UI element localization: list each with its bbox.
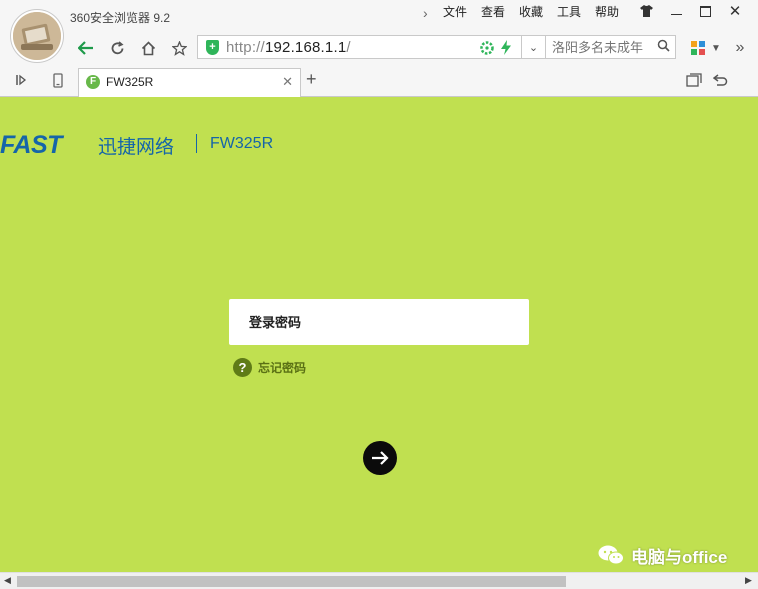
- fast-logo: FAST: [0, 131, 62, 159]
- arrow-right-icon: [372, 451, 389, 465]
- maximize-button[interactable]: [690, 0, 720, 22]
- login-button[interactable]: [363, 441, 397, 475]
- scrollbar-thumb[interactable]: [17, 576, 566, 587]
- search-box[interactable]: [546, 35, 676, 59]
- favorite-button[interactable]: [167, 36, 191, 60]
- horizontal-scrollbar[interactable]: ◀ ▶: [0, 572, 758, 589]
- tab-title: FW325R: [106, 75, 154, 89]
- menu-help[interactable]: 帮助: [595, 3, 619, 20]
- search-input[interactable]: [552, 37, 654, 57]
- home-icon: [141, 40, 155, 55]
- back-button[interactable]: [74, 36, 98, 60]
- navigation-bar: + http://192.168.1.1/ ⌄ ▼ »: [0, 33, 758, 63]
- skin-button[interactable]: [631, 0, 661, 22]
- model-name: FW325R: [210, 135, 274, 152]
- shield-icon[interactable]: +: [206, 40, 219, 55]
- forgot-password-label: 忘记密码: [258, 360, 307, 375]
- url-path: /: [346, 39, 351, 56]
- tab-close-icon[interactable]: ✕: [282, 74, 293, 90]
- minimize-button[interactable]: [661, 0, 691, 22]
- scroll-left-icon[interactable]: ◀: [4, 575, 11, 586]
- brand-name: 迅捷网络: [98, 137, 175, 158]
- sidebar-toggle-button[interactable]: [9, 68, 33, 92]
- phone-button[interactable]: [46, 68, 70, 92]
- tab-fw325r[interactable]: F FW325R ✕: [78, 68, 301, 97]
- undo-icon: [712, 74, 727, 86]
- caret-down-icon: ▼: [711, 42, 721, 54]
- maximize-icon: [699, 5, 711, 17]
- tab-bar: F FW325R ✕ +: [0, 63, 758, 97]
- more-button[interactable]: »: [728, 36, 752, 60]
- router-login-page: FAST 迅捷网络 FW325R ? 忘记密码 电脑与office: [0, 97, 758, 572]
- restore-tabs-button[interactable]: [682, 68, 706, 92]
- back-arrow-icon: [78, 41, 93, 55]
- address-dropdown-button[interactable]: ⌄: [522, 35, 546, 59]
- home-button[interactable]: [136, 36, 160, 60]
- password-input[interactable]: [249, 312, 509, 332]
- address-text[interactable]: http://192.168.1.1/: [226, 39, 351, 56]
- forgot-password-link[interactable]: ? 忘记密码: [233, 357, 306, 377]
- watermark: 电脑与office: [597, 543, 727, 567]
- chevron-down-icon: ⌄: [528, 41, 539, 54]
- lightning-icon[interactable]: [500, 40, 512, 55]
- app-title: 360安全浏览器 9.2: [70, 11, 171, 25]
- shirt-icon: [639, 5, 653, 17]
- refresh-icon: [111, 40, 124, 54]
- question-icon: ?: [233, 357, 252, 377]
- menu-chevron-icon[interactable]: ›: [423, 5, 428, 21]
- scroll-right-icon[interactable]: ▶: [745, 575, 752, 586]
- undo-close-button[interactable]: [708, 68, 732, 92]
- menu-view[interactable]: 查看: [481, 3, 505, 20]
- phone-icon: [53, 72, 63, 88]
- more-chevron-icon: »: [735, 39, 745, 56]
- minimize-icon: [670, 13, 682, 15]
- address-bar[interactable]: + http://192.168.1.1/: [197, 35, 522, 59]
- avatar-picture-icon: [13, 12, 61, 60]
- url-host: 192.168.1.1: [264, 39, 347, 56]
- avatar[interactable]: [11, 10, 63, 62]
- password-box[interactable]: [229, 299, 529, 345]
- menu-favorites[interactable]: 收藏: [519, 3, 543, 20]
- apps-button[interactable]: [686, 36, 710, 60]
- star-icon: [171, 40, 187, 56]
- speed-icon[interactable]: [480, 41, 494, 55]
- wechat-icon: [598, 545, 624, 565]
- url-protocol: http://: [226, 39, 265, 56]
- apps-grid-icon: [691, 41, 705, 55]
- search-icon[interactable]: [657, 39, 670, 55]
- new-tab-button[interactable]: +: [306, 69, 317, 90]
- menu-tools[interactable]: 工具: [557, 3, 581, 20]
- watermark-text: 电脑与office: [631, 547, 728, 567]
- tab-favicon-icon: F: [86, 75, 100, 89]
- menu-file[interactable]: 文件: [443, 3, 467, 20]
- close-window-button[interactable]: ✕: [720, 0, 750, 22]
- restore-tabs-icon: [686, 72, 702, 87]
- close-icon: ✕: [728, 3, 742, 20]
- sidebar-toggle-icon: [16, 74, 27, 86]
- refresh-button[interactable]: [105, 36, 129, 60]
- apps-dropdown-button[interactable]: ▼: [709, 36, 723, 60]
- title-bar: 360安全浏览器 9.2 › 文件 查看 收藏 工具 帮助 ✕: [0, 0, 758, 33]
- brand-separator: [196, 134, 197, 153]
